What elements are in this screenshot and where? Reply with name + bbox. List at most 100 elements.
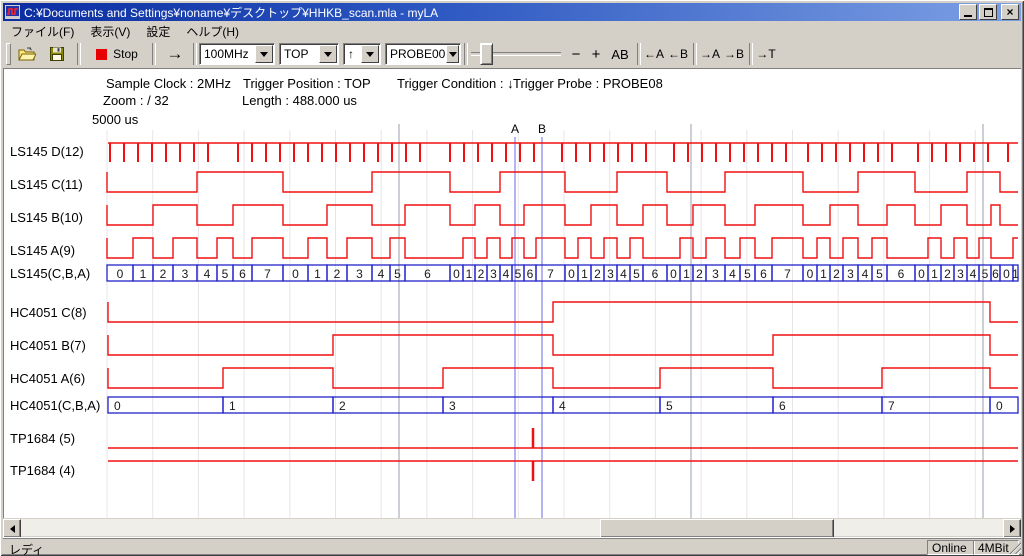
bus-cell — [882, 397, 990, 413]
set-cursor-b-button[interactable]: →B — [723, 43, 745, 65]
bus-value: 6 — [527, 267, 534, 281]
clock-dropdown[interactable]: 100MHz — [199, 43, 275, 65]
bus-value: 2 — [334, 267, 341, 281]
signal-label: TP1684 (5) — [10, 431, 75, 446]
app-icon — [5, 5, 20, 19]
status-ready: レディ — [9, 541, 44, 556]
goto-cursor-b-button[interactable]: ←B — [667, 43, 689, 65]
zoom-out-button[interactable]: − — [568, 43, 584, 65]
bus-cell — [553, 397, 660, 413]
menu-settings[interactable]: 設定 — [138, 21, 178, 42]
bus-value: 6 — [992, 267, 999, 281]
maximize-icon — [984, 8, 993, 17]
scroll-right-button[interactable] — [1003, 519, 1021, 538]
title-bar: C:¥Documents and Settings¥noname¥デスクトップ¥… — [3, 3, 1021, 21]
goto-cursor-a-button[interactable]: ←A — [643, 43, 665, 65]
set-cursor-a-button[interactable]: →A — [699, 43, 721, 65]
bus-cell — [108, 397, 223, 413]
waveform-canvas[interactable]: 5000 usABLS145 D(12)LS145 C(11)LS145 B(1… — [3, 68, 1021, 518]
trigger-edge-dropdown[interactable]: ↑ — [343, 43, 381, 65]
trigger-position-value: TOP — [280, 47, 318, 61]
close-icon: × — [1006, 6, 1013, 18]
goto-trigger-button[interactable]: →T — [755, 43, 777, 65]
signal-label: LS145(C,B,A) — [10, 266, 90, 281]
status-online: Online — [927, 540, 975, 555]
bus-value: 3 — [356, 267, 363, 281]
toolbar-grip[interactable] — [6, 43, 11, 65]
signal-label: HC4051(C,B,A) — [10, 398, 100, 413]
bus-value: 5 — [222, 267, 229, 281]
goto-t-label: →T — [756, 47, 775, 61]
stop-button[interactable]: Stop — [86, 43, 148, 65]
signal-label: LS145 A(9) — [10, 243, 75, 258]
bus-value: 7 — [547, 267, 554, 281]
run-button[interactable]: → — [160, 43, 190, 65]
probe-dropdown[interactable]: PROBE00 — [385, 43, 461, 65]
bus-value: 1 — [931, 267, 938, 281]
bus-value: 3 — [607, 267, 614, 281]
signal-label: LS145 C(11) — [10, 177, 83, 192]
bus-value: 4 — [559, 399, 566, 413]
bus-value: 6 — [898, 267, 905, 281]
status-bar: レディ Online 4MBit — [3, 538, 1021, 555]
zoom-in-icon: + — [592, 46, 601, 63]
dropdown-arrow-icon[interactable] — [361, 45, 379, 63]
probe-value: PROBE00 — [386, 47, 445, 61]
close-button[interactable]: × — [1001, 4, 1019, 20]
stop-icon — [96, 49, 107, 60]
bus-value: 5 — [666, 399, 673, 413]
bus-value: 6 — [424, 267, 431, 281]
horizontal-scrollbar[interactable] — [3, 519, 1021, 536]
signal-label: HC4051 A(6) — [10, 371, 85, 386]
menu-help[interactable]: ヘルプ(H) — [178, 21, 247, 42]
bus-value: 5 — [876, 267, 883, 281]
bus-value: 4 — [204, 267, 211, 281]
window-title: C:¥Documents and Settings¥noname¥デスクトップ¥… — [24, 4, 957, 21]
goto-b-label: ←B — [668, 47, 688, 61]
scroll-left-button[interactable] — [3, 519, 21, 538]
signal-label: HC4051 B(7) — [10, 338, 86, 353]
minimize-button[interactable] — [959, 4, 977, 20]
zoom-slider-handle[interactable] — [480, 43, 493, 65]
dropdown-arrow-icon[interactable] — [319, 45, 337, 63]
waveform-display[interactable]: Sample Clock : 2MHz Trigger Position : T… — [3, 68, 1021, 518]
bus-value: 0 — [292, 267, 299, 281]
maximize-button[interactable] — [979, 4, 997, 20]
bus-value: 2 — [594, 267, 601, 281]
toolbar-separator — [693, 43, 697, 65]
bus-value: 4 — [862, 267, 869, 281]
open-file-button[interactable] — [14, 43, 40, 65]
bus-value: 4 — [729, 267, 736, 281]
set-a-label: →A — [700, 47, 720, 61]
dropdown-arrow-icon[interactable] — [446, 45, 459, 63]
bus-cell — [660, 397, 773, 413]
dropdown-arrow-icon[interactable] — [255, 45, 273, 63]
signal-label: LS145 B(10) — [10, 210, 83, 225]
zoom-in-button[interactable]: + — [588, 43, 604, 65]
bus-value: 6 — [239, 267, 246, 281]
bus-value: 7 — [264, 267, 271, 281]
bus-value: 5 — [982, 267, 989, 281]
save-file-button[interactable] — [44, 43, 70, 65]
ab-range-button[interactable]: AB — [608, 43, 632, 65]
bus-value: 5 — [515, 267, 522, 281]
bus-value: 3 — [712, 267, 719, 281]
scrollbar-thumb[interactable] — [600, 519, 834, 538]
bus-value: 1 — [683, 267, 690, 281]
bus-value: 3 — [182, 267, 189, 281]
bus-value: 4 — [620, 267, 627, 281]
bus-value: 0 — [670, 267, 677, 281]
bus-value: 1 — [314, 267, 321, 281]
stop-label: Stop — [113, 47, 138, 61]
cursor-a-label: A — [511, 122, 519, 136]
open-folder-icon — [18, 47, 36, 61]
bus-value: 2 — [696, 267, 703, 281]
bus-value: 3 — [957, 267, 964, 281]
signal-label: LS145 D(12) — [10, 144, 84, 159]
bus-value: 2 — [944, 267, 951, 281]
menu-view[interactable]: 表示(V) — [82, 21, 138, 42]
bus-value: 6 — [652, 267, 659, 281]
menu-file[interactable]: ファイル(F) — [3, 21, 82, 42]
trigger-position-dropdown[interactable]: TOP — [279, 43, 339, 65]
toolbar-separator — [464, 43, 468, 65]
